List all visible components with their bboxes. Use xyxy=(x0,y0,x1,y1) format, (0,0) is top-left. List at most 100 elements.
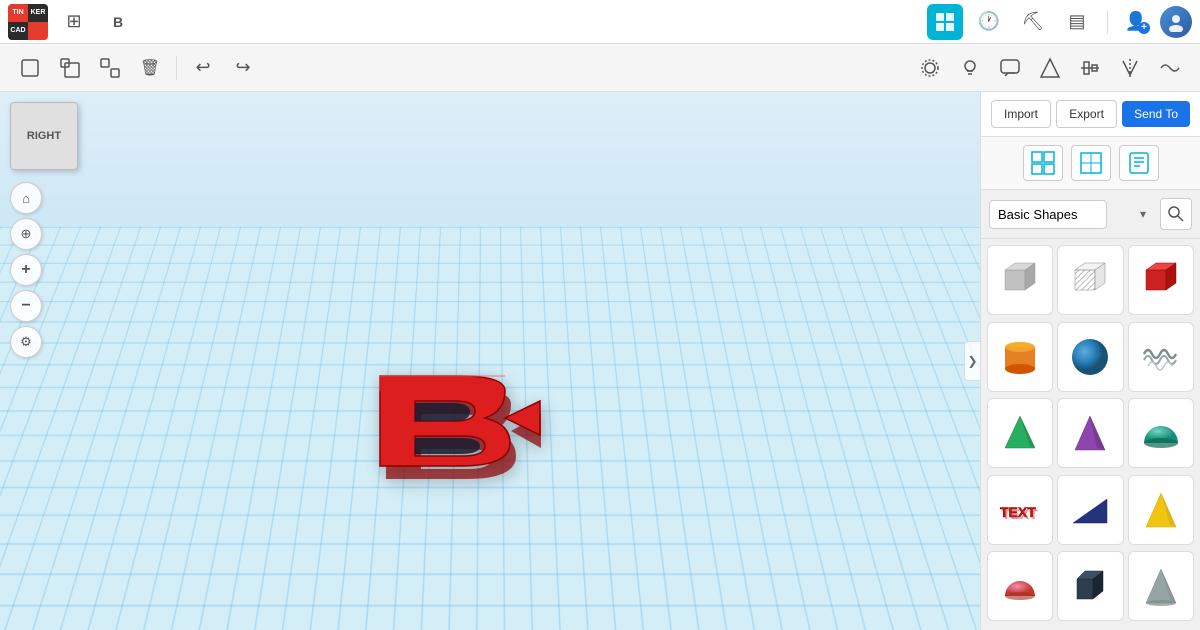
shape-cone-gray[interactable] xyxy=(1128,551,1194,621)
timeline-btn[interactable]: 🕐 xyxy=(971,4,1007,40)
delete-btn[interactable]: 🗑 xyxy=(132,50,168,86)
half-sphere-icon xyxy=(1136,408,1186,458)
import-button[interactable]: Import xyxy=(991,100,1051,128)
right-panel: Import Export Send To xyxy=(980,92,1200,630)
fit-view-btn[interactable]: ⊕ xyxy=(10,218,42,250)
shape-pyramid-green[interactable] xyxy=(987,398,1053,468)
pattern-btn[interactable] xyxy=(1152,50,1188,86)
logo-tin: TIN xyxy=(8,4,28,22)
shape-half-sphere[interactable] xyxy=(1128,398,1194,468)
grid-3d-icon xyxy=(934,11,956,33)
shape-select-wrapper: Basic Shapes Featured Shapes Letters Num… xyxy=(989,200,1154,229)
layers-btn[interactable]: ▤ xyxy=(1059,4,1095,40)
group-btn[interactable] xyxy=(52,50,88,86)
shape-search-button[interactable] xyxy=(1160,198,1192,230)
shape-wedge-blue[interactable] xyxy=(1057,475,1123,545)
shape-tube[interactable] xyxy=(1057,551,1123,621)
mirror-icon xyxy=(1119,57,1141,79)
camera-btn[interactable] xyxy=(912,50,948,86)
right-panel-actions: Import Export Send To xyxy=(981,92,1200,137)
3d-view-btn[interactable] xyxy=(927,4,963,40)
sphere-icon xyxy=(1065,332,1115,382)
box-red-icon xyxy=(1136,255,1186,305)
notes-view-btn[interactable] xyxy=(1119,145,1159,181)
zoom-in-btn[interactable]: + xyxy=(10,254,42,286)
panel-collapse-arrow[interactable]: ❯ xyxy=(964,341,980,381)
settings-btn[interactable]: ⚙ xyxy=(10,326,42,358)
divider xyxy=(1107,10,1108,34)
pattern-icon xyxy=(1159,57,1181,79)
shape-sphere[interactable] xyxy=(1057,322,1123,392)
cylinder-icon xyxy=(995,332,1045,382)
shape-tool-btn[interactable] xyxy=(1032,50,1068,86)
send-to-button[interactable]: Send To xyxy=(1122,101,1190,127)
shape-text-red[interactable]: TEXT TEXT xyxy=(987,475,1053,545)
shape-cylinder[interactable] xyxy=(987,322,1053,392)
ungroup-btn[interactable] xyxy=(92,50,128,86)
new-shape-btn[interactable] xyxy=(12,50,48,86)
new-icon xyxy=(20,58,40,78)
shape-pyramid-yellow[interactable] xyxy=(1128,475,1194,545)
box-solid-icon xyxy=(995,255,1045,305)
cube-face-right[interactable]: RIGHT xyxy=(10,102,78,170)
shape-cone-purple[interactable] xyxy=(1057,398,1123,468)
pyramid-green-icon xyxy=(995,408,1045,458)
speech-icon xyxy=(999,57,1021,79)
grid-view-icon xyxy=(1031,151,1055,175)
dome-pink-icon xyxy=(995,561,1045,611)
title-btn[interactable]: B xyxy=(100,4,136,40)
canvas-area[interactable]: RIGHT ⌂ ⊕ + − ⚙ xyxy=(0,92,980,630)
divider-1 xyxy=(176,56,177,80)
search-icon xyxy=(1168,206,1184,222)
shape-selector: Basic Shapes Featured Shapes Letters Num… xyxy=(981,190,1200,239)
grid-icon-btn[interactable]: ⊞ xyxy=(56,4,92,40)
topbar: TIN KER CAD ⊞ B 🕐 ⛏ ▤ 👤+ xyxy=(0,0,1200,44)
grid-view-btn[interactable] xyxy=(1023,145,1063,181)
pickaxe-btn[interactable]: ⛏ xyxy=(1015,4,1051,40)
shape-tool-icon xyxy=(1039,57,1061,79)
export-button[interactable]: Export xyxy=(1056,100,1117,128)
shape-box-hole[interactable] xyxy=(1057,245,1123,315)
corner-view-btn[interactable] xyxy=(1071,145,1111,181)
letter-b-shape xyxy=(350,361,630,491)
avatar[interactable] xyxy=(1160,6,1192,38)
main-area: RIGHT ⌂ ⊕ + − ⚙ xyxy=(0,92,1200,630)
logo-cad: CAD xyxy=(8,22,28,40)
camera-icon xyxy=(919,57,941,79)
3d-object[interactable] xyxy=(350,361,630,496)
shape-dome-pink[interactable] xyxy=(987,551,1053,621)
right-view-icons xyxy=(981,137,1200,190)
tinkercad-logo[interactable]: TIN KER CAD xyxy=(8,4,48,40)
logo-empty xyxy=(28,22,48,40)
shape-box-red[interactable] xyxy=(1128,245,1194,315)
pyramid-yellow-icon xyxy=(1136,485,1186,535)
shape-box-solid[interactable] xyxy=(987,245,1053,315)
redo-btn[interactable]: ↪ xyxy=(225,50,261,86)
align-btn[interactable] xyxy=(1072,50,1108,86)
home-btn[interactable]: ⌂ xyxy=(10,182,42,214)
lightbulb-icon xyxy=(959,57,981,79)
shape-text3d[interactable] xyxy=(1128,322,1194,392)
tube-icon xyxy=(1065,561,1115,611)
view-cube[interactable]: RIGHT xyxy=(10,102,80,172)
ungroup-icon xyxy=(100,58,120,78)
mirror-btn[interactable] xyxy=(1112,50,1148,86)
logo-ker: KER xyxy=(28,4,48,22)
lightbulb-btn[interactable] xyxy=(952,50,988,86)
undo-btn[interactable]: ↩ xyxy=(185,50,221,86)
left-controls: ⌂ ⊕ + − ⚙ xyxy=(10,182,42,358)
text3d-icon xyxy=(1136,332,1186,382)
svg-text:TEXT: TEXT xyxy=(1002,506,1038,522)
toolbar: 🗑 ↩ ↪ xyxy=(0,44,1200,92)
add-user-button[interactable]: 👤+ xyxy=(1120,6,1152,38)
shapes-grid: TEXT TEXT xyxy=(981,239,1200,630)
speech-btn[interactable] xyxy=(992,50,1028,86)
zoom-out-btn[interactable]: − xyxy=(10,290,42,322)
text-red-icon: TEXT TEXT xyxy=(995,485,1045,535)
notes-view-icon xyxy=(1127,151,1151,175)
wedge-blue-icon xyxy=(1065,485,1115,535)
group-icon xyxy=(60,58,80,78)
cone-gray-icon xyxy=(1136,561,1186,611)
avatar-icon xyxy=(1166,12,1186,32)
shape-category-select[interactable]: Basic Shapes Featured Shapes Letters Num… xyxy=(989,200,1107,229)
